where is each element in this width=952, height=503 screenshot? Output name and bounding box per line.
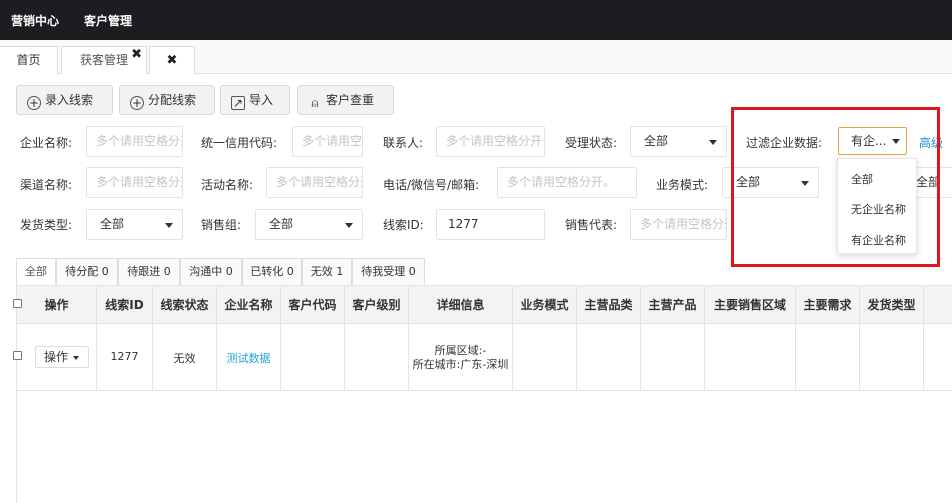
accept-status-value: 全部 [644, 134, 669, 148]
col-business-mode: 业务模式 [513, 286, 577, 324]
status-tab-invalid[interactable]: 无效 1 [302, 258, 352, 285]
company-name-label: 企业名称: [20, 136, 73, 150]
contact-label: 联系人: [383, 136, 424, 150]
col-main-category: 主营品类 [577, 286, 641, 324]
cell-main-category [577, 324, 641, 391]
accept-status-select[interactable]: 全部 [630, 126, 727, 157]
assign-lead-label: 分配线索 [148, 93, 197, 107]
col-company-name: 企业名称 [217, 286, 281, 324]
lead-id-input[interactable]: 1277 [436, 209, 545, 240]
sales-group-label: 销售组: [201, 218, 242, 232]
col-main-sales-region: 主要销售区域 [705, 286, 796, 324]
table-row[interactable]: 操作 1277 无效 测试数据 所属区域:- 所在城市:广东-深圳 [13, 324, 952, 391]
biz-mode-label: 业务模式: [656, 178, 709, 192]
cell-ship-type [860, 324, 924, 391]
col-main-product: 主营产品 [641, 286, 705, 324]
sales-group-select[interactable]: 全部 [255, 209, 363, 240]
nav-marketing-center[interactable]: 营销中心 [11, 12, 59, 29]
highlight-box [731, 107, 940, 267]
col-customer-level: 客户级别 [345, 286, 409, 324]
tab-lead-management-label: 获客管理 [79, 53, 128, 67]
status-tab-my-accept[interactable]: 待我受理 0 [352, 258, 425, 285]
col-main-demand: 主要需求 [796, 286, 860, 324]
chevron-down-icon [165, 223, 173, 228]
col-detail-info: 详细信息 [409, 286, 513, 324]
cell-customer-level [345, 324, 409, 391]
lead-id-label: 线索ID: [383, 218, 424, 232]
status-tab-pending-assign[interactable]: 待分配 0 [56, 258, 118, 285]
ship-type-select[interactable]: 全部 [86, 209, 183, 240]
cell-main-product [641, 324, 705, 391]
channel-input[interactable]: 多个请用空格分开 [86, 167, 183, 198]
import-button[interactable]: ↗ 导入 [220, 85, 290, 115]
top-navigation-bar: 营销中心 客户管理 [0, 0, 952, 40]
credit-code-label: 统一信用代码: [201, 136, 278, 150]
contact-input[interactable]: 多个请用空格分开 [436, 126, 545, 157]
phone-label: 电话/微信号/邮箱: [383, 178, 480, 192]
tab-home[interactable]: 首页 [0, 46, 58, 74]
close-icon[interactable]: ✖ [131, 41, 142, 68]
cell-lead-id: 1277 [97, 324, 153, 391]
col-lead-status: 线索状态 [153, 286, 217, 324]
cell-action: 操作 [17, 324, 97, 391]
chevron-down-icon [709, 140, 717, 145]
status-tab-converted[interactable]: 已转化 0 [242, 258, 302, 285]
lead-id-value: 1277 [110, 350, 139, 363]
page-tab-bar: 首页 获客管理 ✖ ✖ [0, 40, 952, 74]
ship-type-label: 发货类型: [20, 218, 73, 232]
col-action: 操作 [17, 286, 97, 324]
company-name-input[interactable]: 多个请用空格分开 [86, 126, 183, 157]
company-name-link[interactable]: 测试数据 [217, 350, 280, 366]
customer-dedup-label: 客户查重 [326, 93, 375, 107]
cell-detail-info: 所属区域:- 所在城市:广东-深圳 [409, 324, 513, 391]
sales-group-value: 全部 [269, 217, 294, 231]
phone-input[interactable]: 多个请用空格分开。 [497, 167, 637, 198]
customer-dedup-button[interactable]: ⍝ 客户查重 [297, 85, 394, 115]
detail-region: 所属区域:- [434, 344, 487, 357]
col-lead-id: 线索ID [97, 286, 153, 324]
cell-main-sales-region [705, 324, 796, 391]
activity-input[interactable]: 多个请用空格分开 [266, 167, 363, 198]
channel-label: 渠道名称: [20, 178, 73, 192]
status-tab-communicating[interactable]: 沟通中 0 [180, 258, 242, 285]
add-lead-button[interactable]: + 录入线索 [16, 85, 113, 115]
lead-status-value: 无效 [173, 352, 196, 365]
col-customer-code: 客户代码 [281, 286, 345, 324]
credit-code-input[interactable]: 多个请用空格分开 [292, 126, 363, 157]
import-label: 导入 [249, 93, 274, 107]
cell-business-mode [513, 324, 577, 391]
cell-customer-code [281, 324, 345, 391]
add-lead-label: 录入线索 [45, 93, 94, 107]
export-icon: ↗ [231, 96, 245, 110]
detail-info-text: 所属区域:- 所在城市:广东-深圳 [409, 344, 512, 372]
activity-label: 活动名称: [201, 178, 254, 192]
lead-table: 操作 线索ID 线索状态 企业名称 客户代码 客户级别 详细信息 业务模式 主营… [13, 285, 952, 503]
table-header: 操作 线索ID 线索状态 企业名称 客户代码 客户级别 详细信息 业务模式 主营… [13, 285, 952, 324]
close-all-tabs-icon[interactable]: ✖ [149, 46, 195, 74]
accept-status-label: 受理状态: [565, 136, 618, 150]
row-action-label: 操作 [44, 350, 69, 364]
chevron-down-icon [345, 223, 353, 228]
ship-type-value: 全部 [100, 217, 125, 231]
chevron-down-icon [73, 356, 79, 360]
sales-rep-label: 销售代表: [565, 218, 618, 232]
cell-company-name: 测试数据 [217, 324, 281, 391]
cell-lead-status: 无效 [153, 324, 217, 391]
plus-circle-icon: + [130, 96, 144, 110]
assign-lead-button[interactable]: + 分配线索 [119, 85, 215, 115]
tab-lead-management[interactable]: 获客管理 ✖ [61, 46, 147, 74]
nav-customer-management[interactable]: 客户管理 [84, 12, 132, 29]
sales-rep-input[interactable]: 多个请用空格分开 [630, 209, 727, 240]
row-action-dropdown[interactable]: 操作 [35, 346, 89, 368]
col-ship-type: 发货类型 [860, 286, 924, 324]
user-icon: ⍝ [311, 96, 319, 110]
status-tab-all[interactable]: 全部 [16, 258, 56, 285]
cell-main-demand [796, 324, 860, 391]
status-tab-pending-follow[interactable]: 待跟进 0 [118, 258, 180, 285]
detail-city: 所在城市:广东-深圳 [412, 358, 509, 371]
plus-circle-icon: + [27, 96, 41, 110]
